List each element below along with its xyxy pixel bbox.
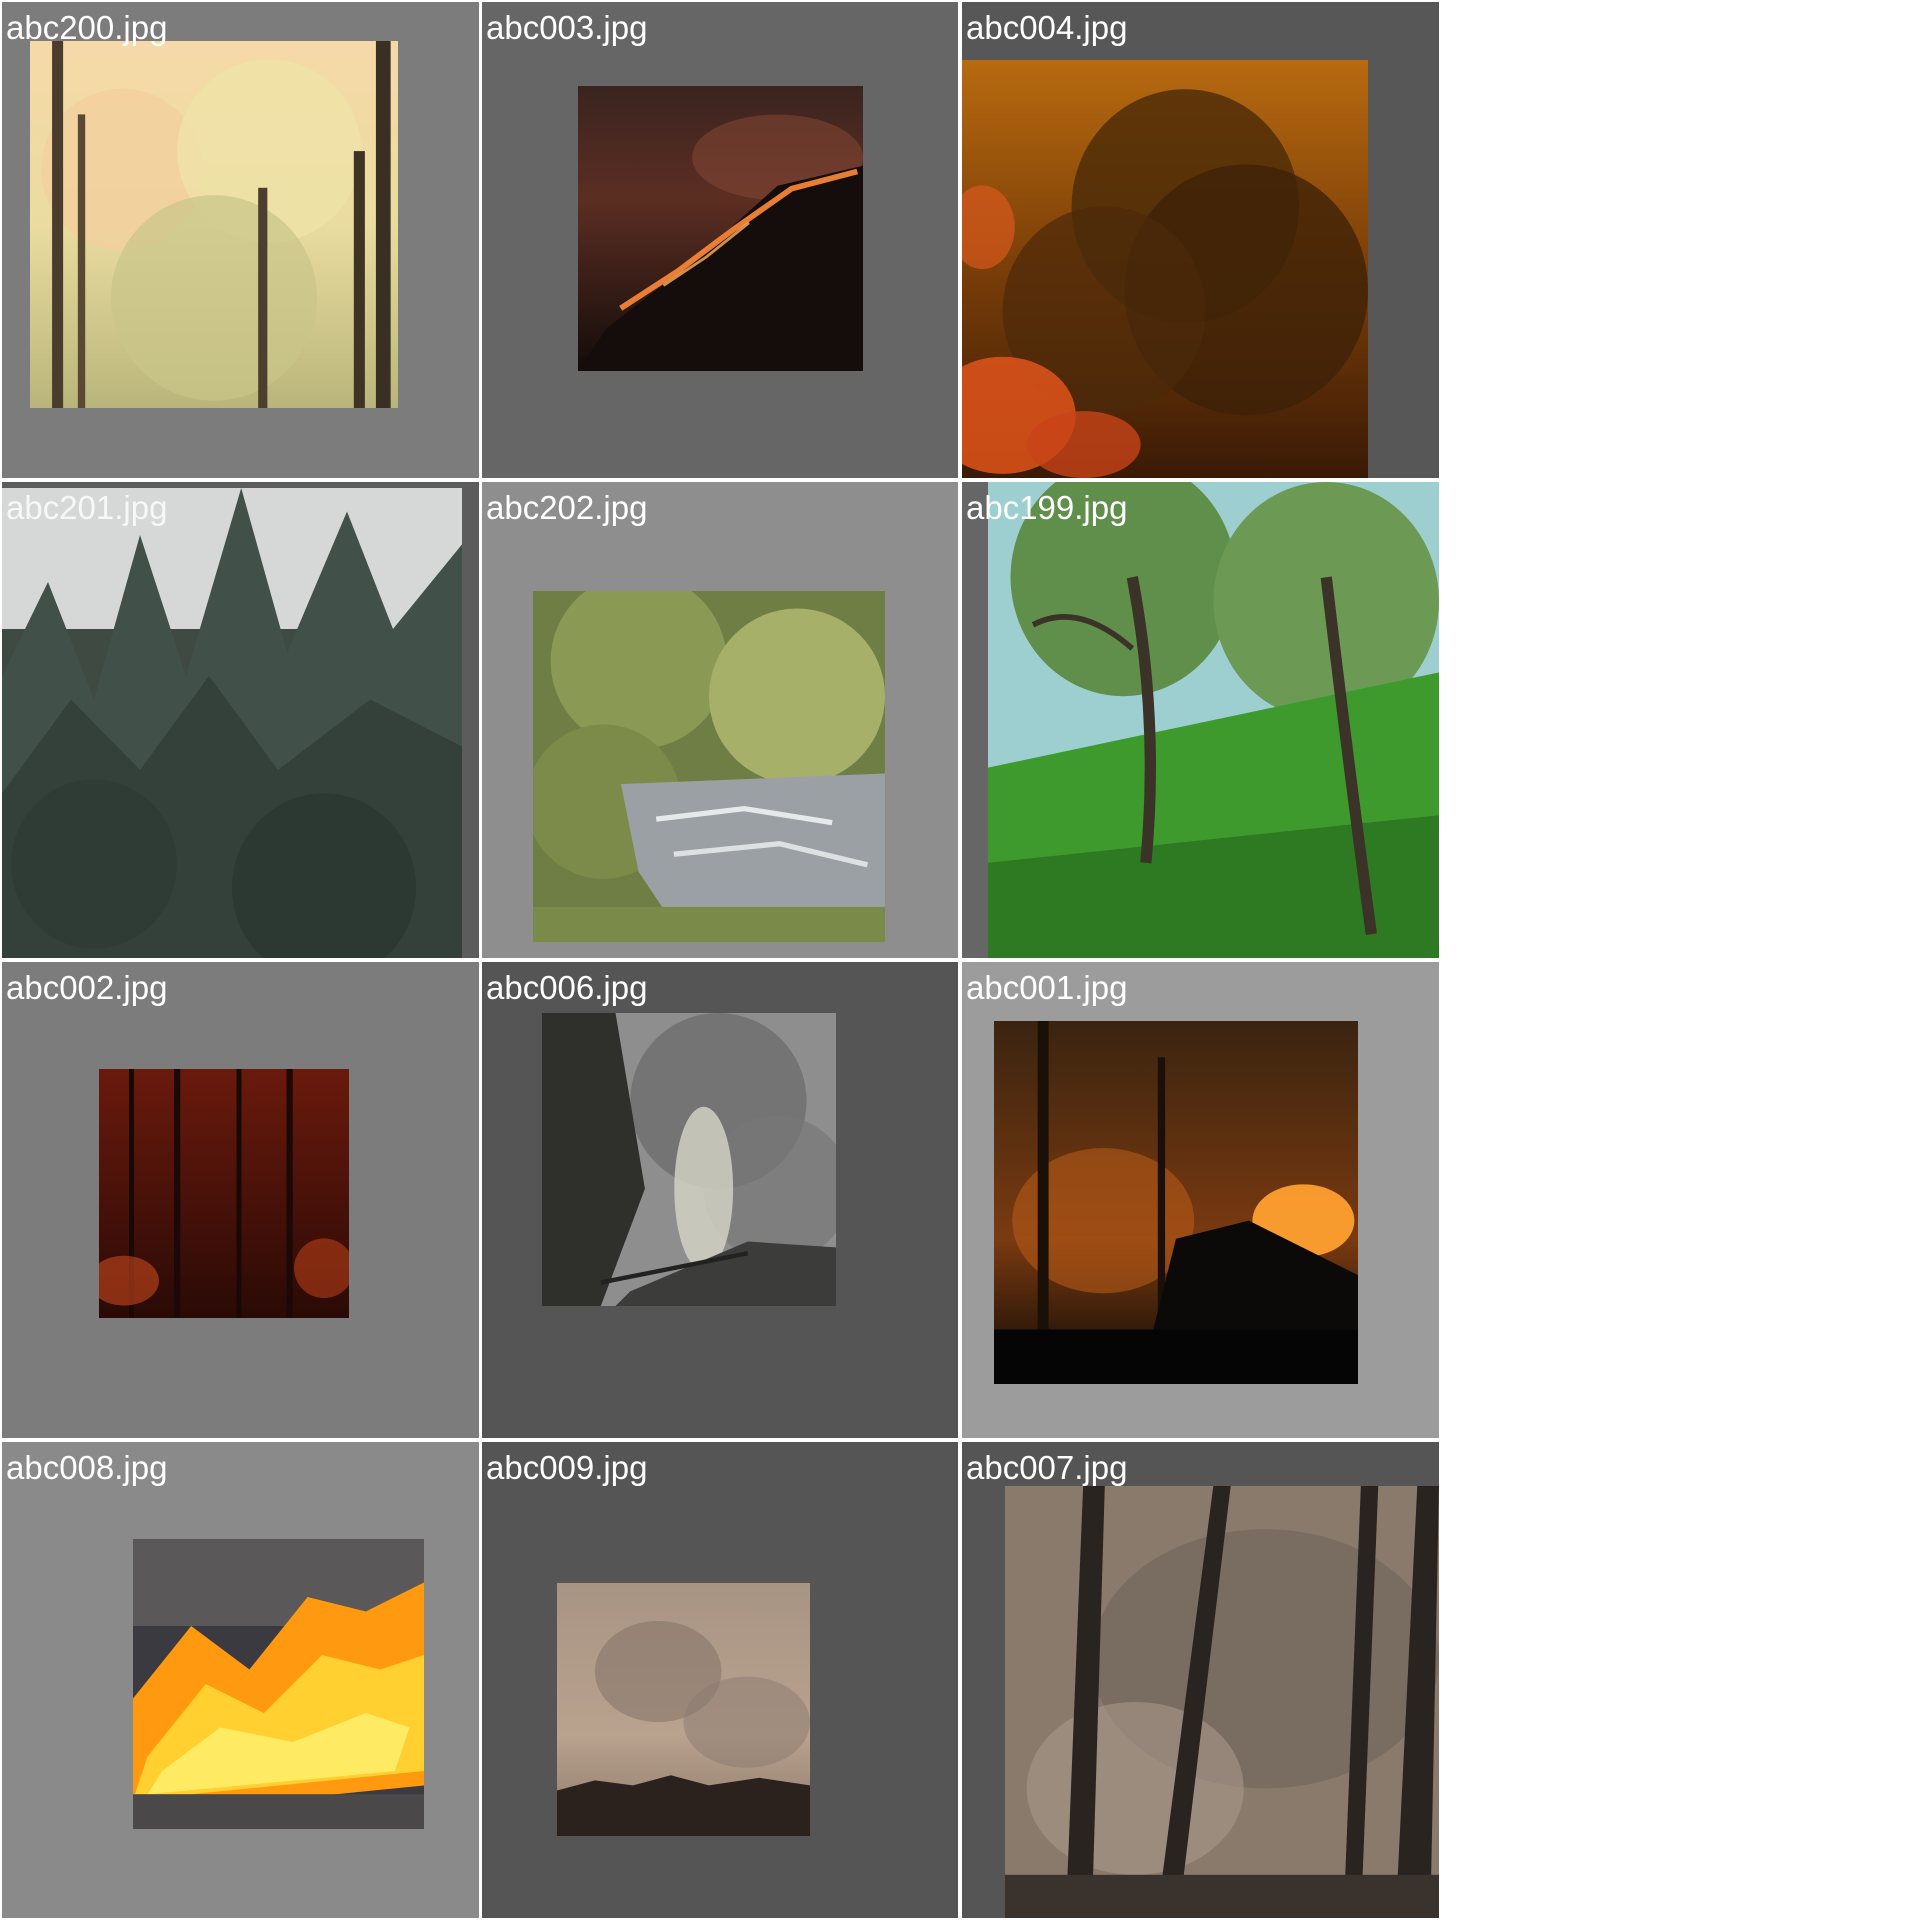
file-name-label: abc006.jpg [486,969,648,1006]
file-name-label: abc004.jpg [966,9,1128,46]
gallery-tile[interactable]: abc202.jpg [482,482,958,958]
file-name-label: abc007.jpg [966,1449,1128,1486]
river-and-bushes-photo [533,591,885,942]
file-name-label: abc008.jpg [6,1449,168,1486]
file-name-label: abc002.jpg [6,969,168,1006]
orange-smoke-forest-fire-photo [962,60,1368,478]
file-name-label: abc001.jpg [966,969,1128,1006]
file-name-label: abc200.jpg [6,9,168,46]
gallery-tile[interactable]: abc006.jpg [482,962,958,1438]
smoky-sky-photo [557,1583,810,1836]
gallery-tile[interactable]: abc199.jpg [962,482,1439,958]
night-hillside-fire-photo [578,86,863,371]
glowing-forest-fire-photo [994,1021,1358,1384]
gallery-tile[interactable]: abc001.jpg [962,962,1439,1438]
gallery-tile[interactable]: abc004.jpg [962,2,1439,478]
smoky-pine-trunks-photo [1005,1486,1439,1918]
red-night-forest-fire-photo [99,1069,349,1318]
gallery-tile[interactable]: abc200.jpg [2,2,479,478]
file-name-label: abc199.jpg [966,489,1128,526]
autumn-forest-photo [30,41,398,408]
smoke-over-road-photo [542,1013,836,1306]
file-name-label: abc003.jpg [486,9,648,46]
file-name-label: abc201.jpg [6,489,168,526]
roadside-flames-photo [133,1539,424,1829]
gallery-tile[interactable]: abc201.jpg [2,482,479,958]
conifer-forest-photo [2,488,462,958]
file-name-label: abc009.jpg [486,1449,648,1486]
gallery-tile[interactable]: abc007.jpg [962,1442,1439,1918]
image-gallery-grid: abc200.jpg abc003.jpg abc004.jpg abc201.… [0,0,1440,1920]
gallery-tile[interactable]: abc009.jpg [482,1442,958,1918]
gallery-tile[interactable]: abc008.jpg [2,1442,479,1918]
gallery-tile[interactable]: abc002.jpg [2,962,479,1438]
green-oak-hillside-photo [988,482,1439,958]
gallery-tile[interactable]: abc003.jpg [482,2,958,478]
file-name-label: abc202.jpg [486,489,648,526]
